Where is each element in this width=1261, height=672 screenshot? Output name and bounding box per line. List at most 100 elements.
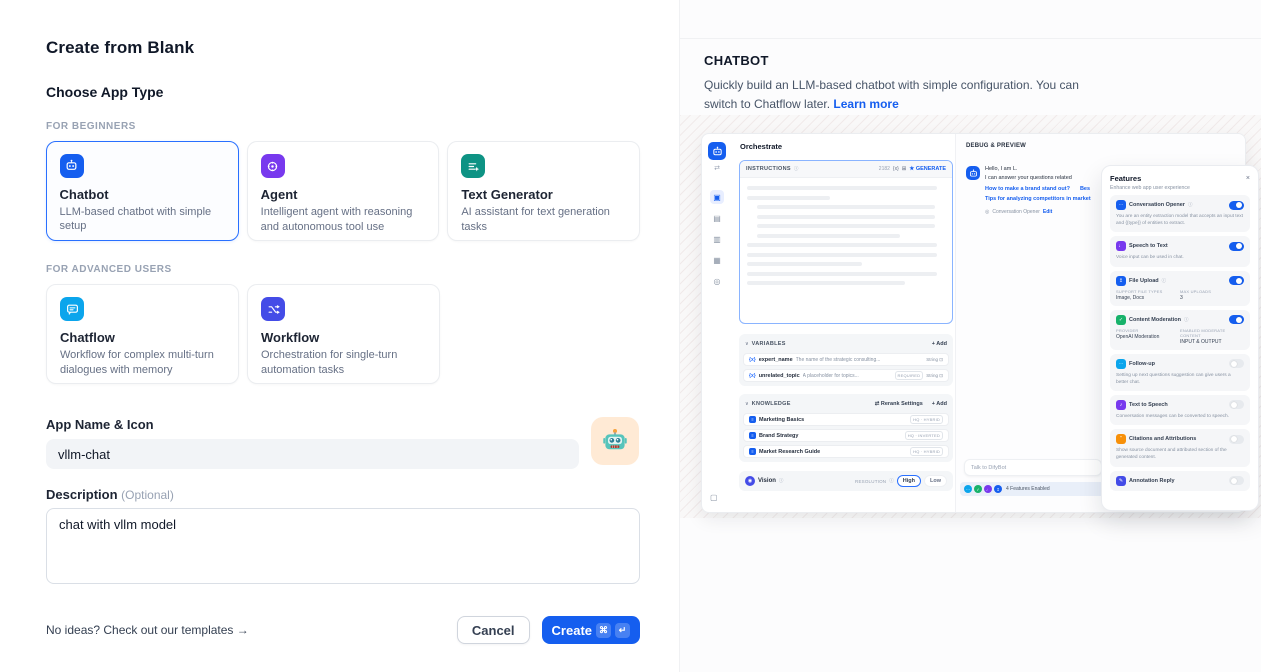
app-type-name: Workflow bbox=[261, 330, 426, 345]
create-button[interactable]: Create ⌘ ↵ bbox=[542, 616, 640, 644]
description-label: Description (Optional) bbox=[46, 487, 640, 502]
advanced-app-type-row: Chatflow Workflow for complex multi-turn… bbox=[46, 284, 640, 384]
robot-emoji-icon bbox=[601, 427, 629, 455]
arrow-right-icon: → bbox=[237, 623, 249, 637]
preview-heading: CHATBOT bbox=[704, 53, 1114, 68]
for-advanced-users-label: FOR ADVANCED USERS bbox=[46, 264, 640, 275]
info-icon: ⓘ bbox=[1162, 278, 1167, 284]
feature-toggle bbox=[1229, 435, 1244, 444]
info-icon: ⓘ bbox=[1188, 202, 1193, 208]
dataset-icon: ≡ bbox=[749, 416, 756, 423]
features-panel-preview: Features × Enhance web app user experien… bbox=[1101, 165, 1259, 511]
app-type-card-agent[interactable]: Agent Intelligent agent with reasoning a… bbox=[247, 141, 440, 241]
dataset-icon: ≡ bbox=[749, 432, 756, 439]
variable-row: {x} unrelated_topic A placeholder for to… bbox=[743, 369, 949, 382]
feature-toggle bbox=[1229, 201, 1244, 210]
variables-icon: {x} bbox=[893, 166, 899, 172]
preview-description: Quickly build an LLM-based chatbot with … bbox=[704, 76, 1114, 113]
app-type-name: Text Generator bbox=[461, 187, 626, 202]
info-icon: ⓘ bbox=[889, 478, 894, 484]
mock-app-icon bbox=[708, 142, 726, 160]
variables-panel: ∨ VARIABLES + Add {x} expert_name The na… bbox=[739, 334, 953, 386]
variable-icon: {x} bbox=[749, 373, 756, 379]
feature-card-annotation-reply: ✎ Annotation Reply bbox=[1110, 471, 1250, 491]
index-mode-badge: HQ · HYBRID bbox=[910, 415, 943, 424]
info-icon: ⓘ bbox=[1184, 317, 1189, 323]
preview-pane: CHATBOT Quickly build an LLM-based chatb… bbox=[679, 0, 1261, 672]
chat-message: Hello, I am L. I can answer your questio… bbox=[966, 166, 1116, 215]
description-textarea[interactable]: chat with vllm model bbox=[46, 508, 640, 584]
app-type-description: AI assistant for text generation tasks bbox=[461, 205, 626, 234]
app-type-name: Chatbot bbox=[60, 187, 226, 202]
opener-feature-dot: ⋯ bbox=[964, 485, 972, 493]
choose-app-type-heading: Choose App Type bbox=[46, 84, 640, 100]
workflow-icon bbox=[261, 297, 285, 321]
conversation-opener-icon: ⋯ bbox=[1116, 200, 1126, 210]
feature-card-text-to-speech: ♪ Text to Speech Conversation messages c… bbox=[1110, 395, 1250, 425]
logs-nav-icon: ▥ bbox=[710, 232, 724, 246]
moderation-feature-dot: ✓ bbox=[974, 485, 982, 493]
feature-toggle bbox=[1229, 400, 1244, 409]
content-moderation-icon: ✓ bbox=[1116, 315, 1126, 325]
info-icon: ⓘ bbox=[794, 166, 799, 172]
app-name-input[interactable] bbox=[46, 439, 579, 469]
features-enabled-bar: ⋯ ✓ ♩ ↥ 4 Features Enabled bbox=[960, 482, 1106, 496]
mock-config-column: INSTRUCTIONS ⓘ 2182 {x} ⊞ ★ GENERATE bbox=[739, 160, 953, 491]
agent-icon bbox=[261, 154, 285, 178]
chatbot-icon bbox=[60, 154, 84, 178]
resolution-high-option: High bbox=[897, 475, 921, 487]
app-type-description: LLM-based chatbot with simple setup bbox=[60, 205, 226, 234]
char-count: 2182 bbox=[879, 166, 890, 172]
feature-card-file-upload: ↥ File Upload ⓘ SUPPORT FILE TYPES Image… bbox=[1110, 271, 1250, 306]
variable-icon: {x} bbox=[749, 357, 756, 363]
file-upload-icon: ↥ bbox=[1116, 276, 1126, 286]
app-type-description: Orchestration for single-turn automation… bbox=[261, 348, 426, 377]
app-type-card-text-generator[interactable]: Text Generator AI assistant for text gen… bbox=[447, 141, 640, 241]
suggestion-link: Bes bbox=[1080, 186, 1090, 192]
knowledge-row: ≡ Marketing Basics HQ · HYBRID bbox=[743, 413, 949, 426]
app-name-label: App Name & Icon bbox=[46, 417, 579, 432]
mock-page-title: Orchestrate bbox=[740, 142, 782, 151]
app-type-card-chatbot[interactable]: Chatbot LLM-based chatbot with simple se… bbox=[46, 141, 239, 241]
suggested-questions: How to make a brand stand out? Bes bbox=[985, 186, 1091, 192]
monitoring-nav-icon: ◎ bbox=[710, 274, 724, 288]
expand-icon: ▢ bbox=[710, 493, 718, 502]
app-type-name: Chatflow bbox=[60, 330, 225, 345]
app-type-intro: CHATBOT Quickly build an LLM-based chatb… bbox=[704, 53, 1114, 113]
app-type-description: Workflow for complex multi-turn dialogue… bbox=[60, 348, 225, 377]
knowledge-row: ≡ Brand Strategy HQ · INVERTED bbox=[743, 429, 949, 442]
vision-icon: ◉ bbox=[745, 476, 755, 486]
add-knowledge-button: + Add bbox=[932, 401, 947, 407]
feature-card-follow-up: ⋯ Follow-up Setting up next questions su… bbox=[1110, 354, 1250, 391]
add-variable-button: + Add bbox=[932, 341, 947, 347]
instructions-skeleton bbox=[740, 178, 952, 299]
preview-nav-icon: ▤ bbox=[710, 211, 724, 225]
knowledge-label: KNOWLEDGE bbox=[752, 401, 791, 407]
app-type-card-workflow[interactable]: Workflow Orchestration for single-turn a… bbox=[247, 284, 440, 384]
create-from-blank-panel: Create from Blank Choose App Type FOR BE… bbox=[0, 0, 679, 672]
switch-icon: ⇄ bbox=[714, 164, 720, 172]
beginner-app-type-row: Chatbot LLM-based chatbot with simple se… bbox=[46, 141, 640, 241]
copy-icon: ⊞ bbox=[902, 166, 907, 172]
text-to-speech-icon: ♪ bbox=[1116, 400, 1126, 410]
cancel-button[interactable]: Cancel bbox=[457, 616, 530, 644]
rerank-settings-button: ⇄ Rerank Settings bbox=[875, 401, 923, 407]
annotation-reply-icon: ✎ bbox=[1116, 476, 1126, 486]
collapse-chevron-icon: ∨ bbox=[745, 341, 749, 347]
suggested-questions: Tips for analyzing competitors in market bbox=[985, 196, 1091, 202]
app-type-card-chatflow[interactable]: Chatflow Workflow for complex multi-turn… bbox=[46, 284, 239, 384]
learn-more-link[interactable]: Learn more bbox=[833, 97, 898, 111]
chat-input: Talk to DifyBot bbox=[964, 459, 1102, 476]
conversation-opener-row: ◎ Conversation Opener Edit bbox=[985, 209, 1091, 215]
feature-card-speech-to-text: ♩ Speech to Text Voice input can be used… bbox=[1110, 236, 1250, 266]
for-beginners-label: FOR BEGINNERS bbox=[46, 121, 640, 132]
feature-toggle bbox=[1229, 276, 1244, 285]
required-badge: REQUIRED bbox=[895, 371, 924, 380]
app-icon-picker[interactable] bbox=[591, 417, 639, 465]
feature-card-conversation-opener: ⋯ Conversation Opener ⓘ You are an entit… bbox=[1110, 195, 1250, 232]
orchestrate-nav-icon: ▣ bbox=[710, 190, 724, 204]
templates-link[interactable]: No ideas? Check out our templates → bbox=[46, 623, 249, 637]
preview-image-band: ⇄ ▣ ▤ ▥ ▦ ◎ ▢ Orchestrate ◆ GPT-4o bbox=[680, 115, 1261, 518]
description-block: Description (Optional) chat with vllm mo… bbox=[46, 487, 640, 589]
feature-toggle bbox=[1229, 476, 1244, 485]
